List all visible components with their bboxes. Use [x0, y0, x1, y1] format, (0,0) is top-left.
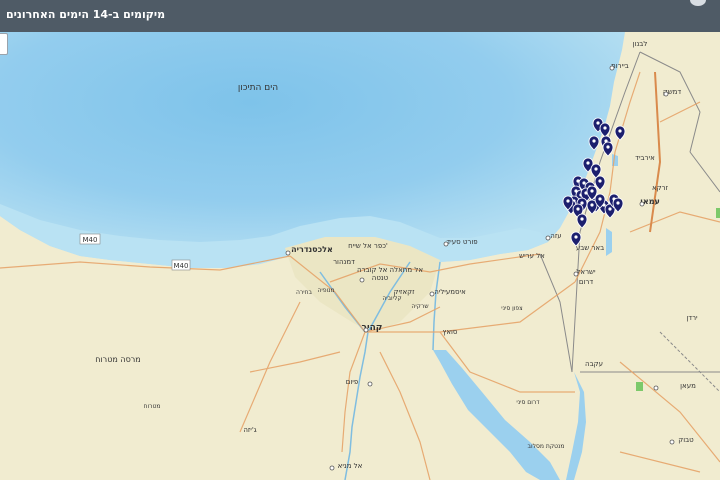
map-canvas[interactable]: הים התיכון M40 M40 לבנון ביירות דמשק איר… [0, 32, 720, 480]
location-marker-dot [618, 129, 622, 133]
place-label: עזה [550, 232, 561, 240]
location-marker-dot [594, 167, 598, 171]
place-label: אלכסנדריה [291, 245, 333, 254]
place-label: עקבה [585, 360, 603, 368]
svg-text:M40: M40 [174, 262, 189, 270]
place-label: שרקיה [411, 303, 428, 310]
place-label: בחירה [296, 289, 313, 296]
place-label: אל עריש [519, 252, 545, 260]
place-label: ישראל [576, 268, 596, 276]
location-marker-dot [598, 179, 602, 183]
location-marker-dot [608, 207, 612, 211]
location-marker-dot [590, 189, 594, 193]
place-label: מנטקת מסלוב [528, 443, 565, 450]
location-marker-dot [566, 199, 570, 203]
location-marker-dot [590, 203, 594, 207]
location-marker-dot [596, 121, 600, 125]
location-marker-dot [592, 139, 596, 143]
road-shield-m40-2: M40 [171, 259, 191, 271]
place-label: פורט סעיד [446, 238, 477, 246]
place-label: סואץ [443, 328, 458, 336]
place-label: דרום [579, 278, 594, 286]
place-label: אל מחאלה אל קוברה [357, 266, 423, 274]
place-label: פיום [346, 378, 359, 386]
road-shield-m40-1: M40 [79, 233, 101, 245]
location-marker-dot [598, 197, 602, 201]
park-jordan [636, 382, 643, 391]
place-label: קליוביה [382, 295, 401, 302]
location-marker-dot [616, 201, 620, 205]
place-label: דרום סיני [516, 399, 540, 406]
map-title: מיקומים ב-14 הימים האחרונים [6, 8, 166, 21]
park-edge [716, 208, 720, 218]
place-label: אירביד [635, 154, 655, 162]
place-label: באר שבע [576, 244, 604, 252]
place-label: ג'יזה [243, 426, 256, 434]
location-marker-dot [603, 126, 607, 130]
sea-label: הים התיכון [238, 83, 278, 93]
place-label: דמנהור [333, 258, 355, 266]
place-label: לבנון [633, 40, 648, 48]
location-marker-dot [580, 201, 584, 205]
map-title-bar: מיקומים ב-14 הימים האחרונים [0, 0, 720, 32]
place-label: טבוק [678, 436, 694, 444]
expand-panel-button[interactable] [0, 33, 8, 55]
place-label: מרסה מטרוח [95, 355, 140, 364]
location-marker-dot [580, 217, 584, 221]
location-marker-dot [574, 235, 578, 239]
place-label: ירדן [686, 314, 698, 322]
user-avatar-icon[interactable] [690, 0, 706, 6]
place-label: מטרוח [144, 403, 161, 410]
dead-sea [606, 228, 612, 256]
location-marker-dot [576, 207, 580, 211]
location-marker-dot [582, 181, 586, 185]
place-label: איסמעיליה [434, 288, 466, 296]
place-label: כפר אל שייח' [348, 242, 388, 250]
place-label: אל מניא [338, 462, 363, 470]
place-label: מעאן [680, 382, 696, 390]
location-marker-dot [606, 145, 610, 149]
location-marker-dot [586, 161, 590, 165]
place-label: טנטה [372, 274, 389, 282]
place-label: מנופיה [317, 287, 334, 294]
svg-text:M40: M40 [83, 236, 98, 244]
place-label: זרקא [652, 184, 669, 192]
place-label: צפון סיני [501, 305, 523, 312]
